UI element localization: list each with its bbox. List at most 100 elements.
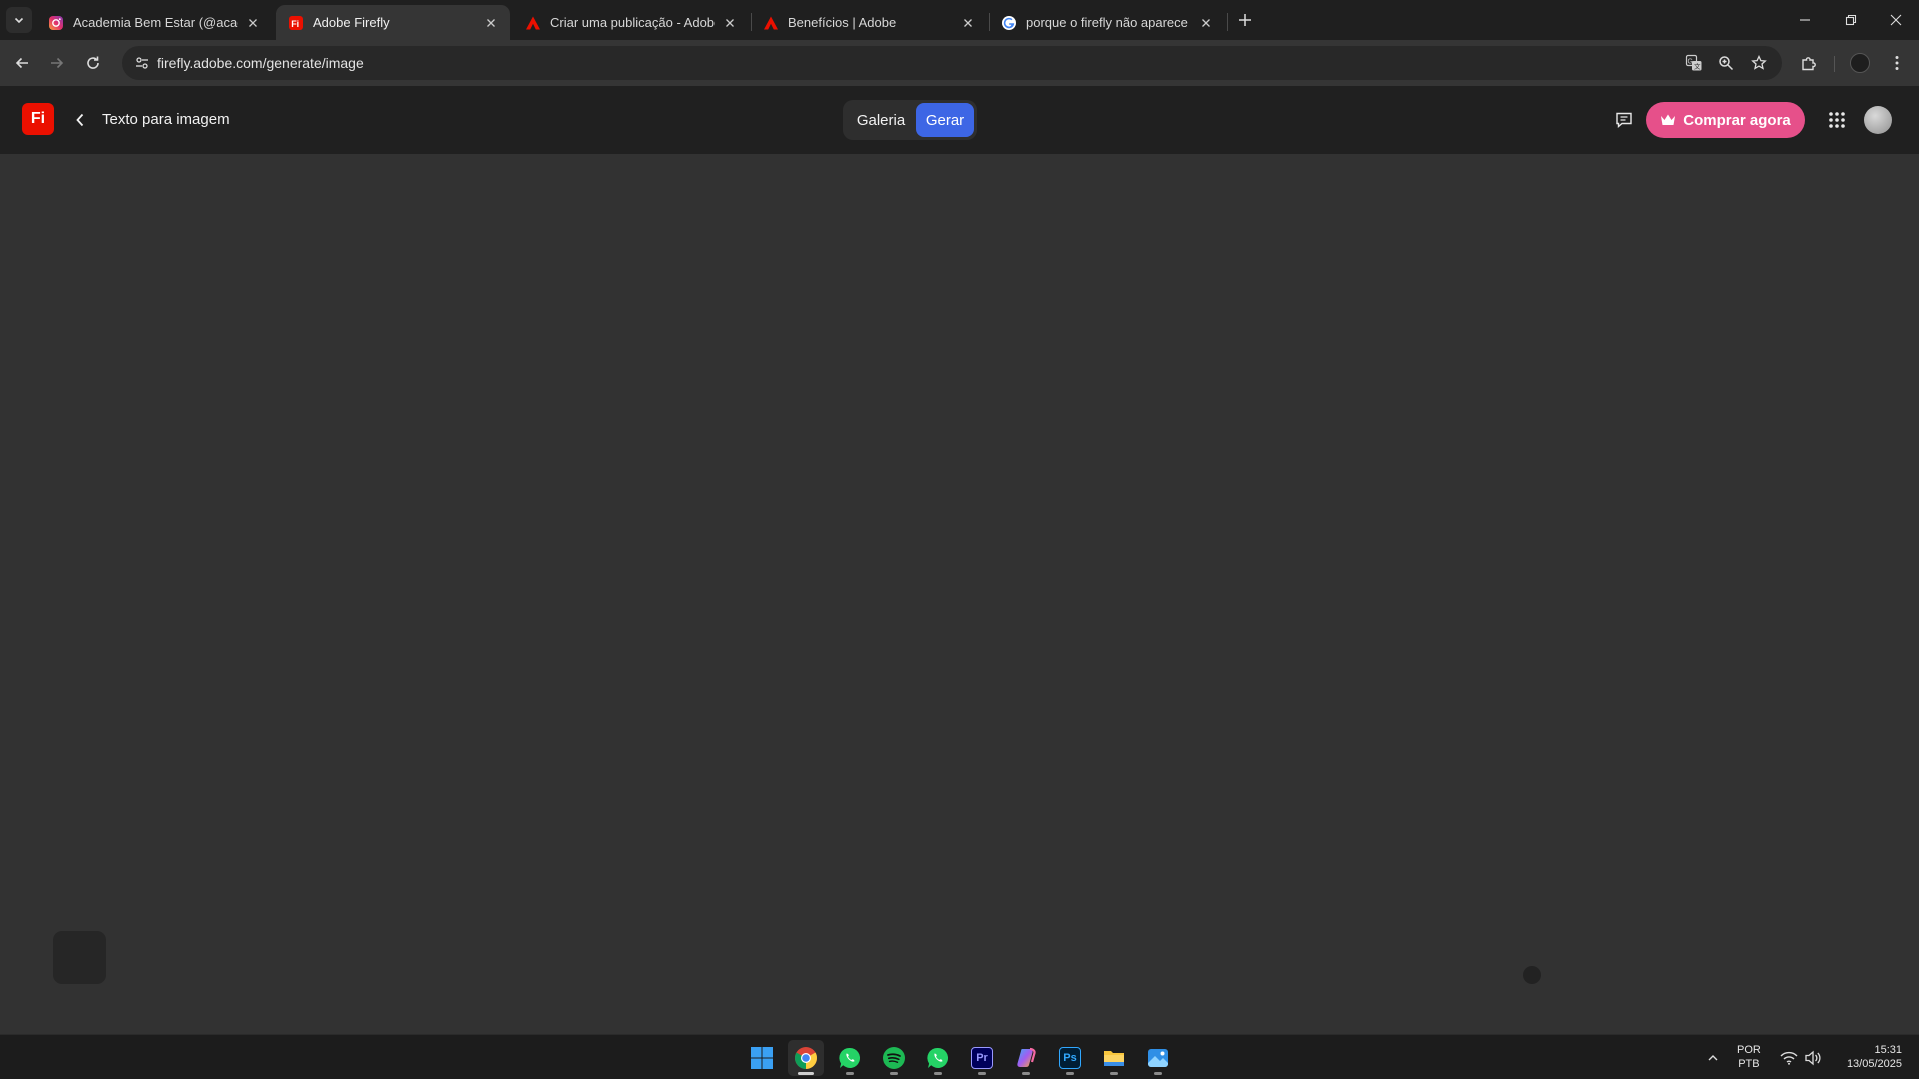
whatsapp-icon xyxy=(927,1047,949,1068)
tab-instagram[interactable]: Academia Bem Estar (@acade_l xyxy=(36,5,272,40)
taskbar-whatsapp-2[interactable] xyxy=(920,1040,956,1076)
taskbar-photoshop[interactable]: Ps xyxy=(1052,1040,1088,1076)
photoshop-icon: Ps xyxy=(1059,1047,1081,1069)
start-button[interactable] xyxy=(744,1040,780,1076)
svg-text:文: 文 xyxy=(1694,62,1701,71)
user-avatar[interactable] xyxy=(1864,106,1892,134)
forward-button[interactable] xyxy=(43,49,71,77)
network-button[interactable] xyxy=(1778,1047,1800,1069)
taskbar-chrome[interactable] xyxy=(788,1040,824,1076)
language-code: POR xyxy=(1737,1044,1761,1056)
premiere-pro-icon: Pr xyxy=(971,1047,993,1069)
close-window-button[interactable] xyxy=(1873,0,1919,40)
tab-adobe-firefly[interactable]: Fi Adobe Firefly xyxy=(276,5,510,40)
svg-text:Fi: Fi xyxy=(291,19,299,29)
tab-divider xyxy=(1227,13,1228,31)
url-text: firefly.adobe.com/generate/image xyxy=(157,55,364,71)
firefly-icon: Fi xyxy=(288,15,304,31)
volume-button[interactable] xyxy=(1802,1047,1824,1069)
chrome-icon xyxy=(795,1047,817,1069)
restore-button[interactable] xyxy=(1828,0,1874,40)
whatsapp-icon xyxy=(839,1047,861,1068)
taskbar-file-explorer[interactable] xyxy=(1096,1040,1132,1076)
profile-avatar-icon xyxy=(1850,53,1870,73)
minimize-button[interactable] xyxy=(1782,0,1828,40)
google-icon xyxy=(1001,15,1017,31)
taskbar-spotify[interactable] xyxy=(876,1040,912,1076)
taskbar-whatsapp[interactable] xyxy=(832,1040,868,1076)
browser-menu-button[interactable] xyxy=(1883,49,1911,77)
loading-placeholder-tile xyxy=(53,931,106,984)
volume-icon xyxy=(1805,1050,1821,1066)
translate-icon[interactable]: G文 xyxy=(1682,51,1706,75)
back-button[interactable] xyxy=(8,49,36,77)
loading-placeholder-dot xyxy=(1523,966,1541,984)
keyboard-layout-code: PTB xyxy=(1738,1058,1760,1070)
buy-now-button[interactable]: Comprar agora xyxy=(1646,102,1805,138)
address-bar[interactable]: firefly.adobe.com/generate/image G文 xyxy=(122,46,1782,80)
apps-menu-button[interactable] xyxy=(1824,107,1850,133)
reload-button[interactable] xyxy=(79,49,107,77)
chat-bubble-icon xyxy=(1616,112,1632,129)
close-tab-icon[interactable] xyxy=(721,14,739,32)
clock-date: 13/05/2025 xyxy=(1846,1058,1902,1070)
tab-beneficios-adobe[interactable]: Benefícios | Adobe xyxy=(751,5,987,40)
feedback-button[interactable] xyxy=(1612,108,1636,132)
instagram-icon xyxy=(48,15,64,31)
back-button[interactable] xyxy=(70,108,90,132)
taskbar-photos[interactable] xyxy=(1140,1040,1176,1076)
firefly-logo[interactable]: Fi xyxy=(22,103,54,135)
copilot-icon xyxy=(1017,1047,1036,1067)
system-clock[interactable]: 15:31 13/05/2025 xyxy=(1830,1043,1902,1071)
photos-icon xyxy=(1148,1049,1168,1067)
adobe-icon xyxy=(763,15,779,31)
tab-criar-publicacao[interactable]: Criar uma publicação - Adobe C xyxy=(513,5,749,40)
minimize-icon xyxy=(1800,19,1810,21)
file-explorer-icon xyxy=(1104,1051,1124,1066)
tab-search-button[interactable] xyxy=(6,7,32,33)
apps-grid-icon xyxy=(1829,112,1845,128)
tab-title: Benefícios | Adobe xyxy=(788,15,897,30)
profile-button[interactable] xyxy=(1846,49,1874,77)
tab-galeria[interactable]: Galeria xyxy=(846,103,916,137)
windows-taskbar: Pr Ps POR PTB 15:31 13/05/2025 xyxy=(0,1034,1919,1079)
tab-title: Criar uma publicação - Adobe C xyxy=(550,15,715,30)
input-language-indicator[interactable]: POR PTB xyxy=(1737,1043,1761,1071)
chevron-up-icon xyxy=(1708,1055,1718,1061)
clock-time: 15:31 xyxy=(1874,1044,1902,1056)
browser-toolbar: firefly.adobe.com/generate/image G文 xyxy=(0,40,1919,86)
close-tab-icon[interactable] xyxy=(1197,14,1215,32)
tab-title: porque o firefly não aparece - F xyxy=(1026,15,1191,30)
close-tab-icon[interactable] xyxy=(959,14,977,32)
firefly-header: Fi Texto para imagem Galeria Gerar Compr… xyxy=(0,86,1919,154)
crown-icon xyxy=(1661,114,1676,125)
windows-start-icon xyxy=(751,1047,773,1069)
show-hidden-icons-button[interactable] xyxy=(1702,1047,1724,1069)
chevron-down-icon xyxy=(14,17,24,24)
taskbar-premiere-pro[interactable]: Pr xyxy=(964,1040,1000,1076)
new-tab-button[interactable] xyxy=(1233,8,1257,32)
plus-icon xyxy=(1239,14,1251,26)
tab-title: Adobe Firefly xyxy=(313,15,390,30)
site-settings-icon[interactable] xyxy=(130,51,154,75)
taskbar-copilot[interactable] xyxy=(1008,1040,1044,1076)
bookmark-star-icon[interactable] xyxy=(1747,51,1771,75)
chevron-left-icon xyxy=(76,113,84,127)
close-tab-icon[interactable] xyxy=(244,14,262,32)
svg-text:G: G xyxy=(1688,59,1693,66)
extensions-button[interactable] xyxy=(1795,49,1823,77)
tab-gerar[interactable]: Gerar xyxy=(916,103,974,137)
puzzle-icon xyxy=(1802,57,1816,71)
zoom-icon[interactable] xyxy=(1714,51,1738,75)
toolbar-divider xyxy=(1834,56,1835,72)
reload-icon xyxy=(87,56,99,69)
more-vertical-icon xyxy=(1895,56,1899,70)
buy-now-label: Comprar agora xyxy=(1683,111,1791,129)
tab-google-search[interactable]: porque o firefly não aparece - F xyxy=(989,5,1225,40)
arrow-right-icon xyxy=(51,57,64,69)
close-icon xyxy=(1890,14,1902,26)
adobe-icon xyxy=(525,15,541,31)
wifi-icon xyxy=(1780,1051,1798,1065)
spotify-icon xyxy=(883,1047,905,1069)
close-tab-icon[interactable] xyxy=(482,14,500,32)
